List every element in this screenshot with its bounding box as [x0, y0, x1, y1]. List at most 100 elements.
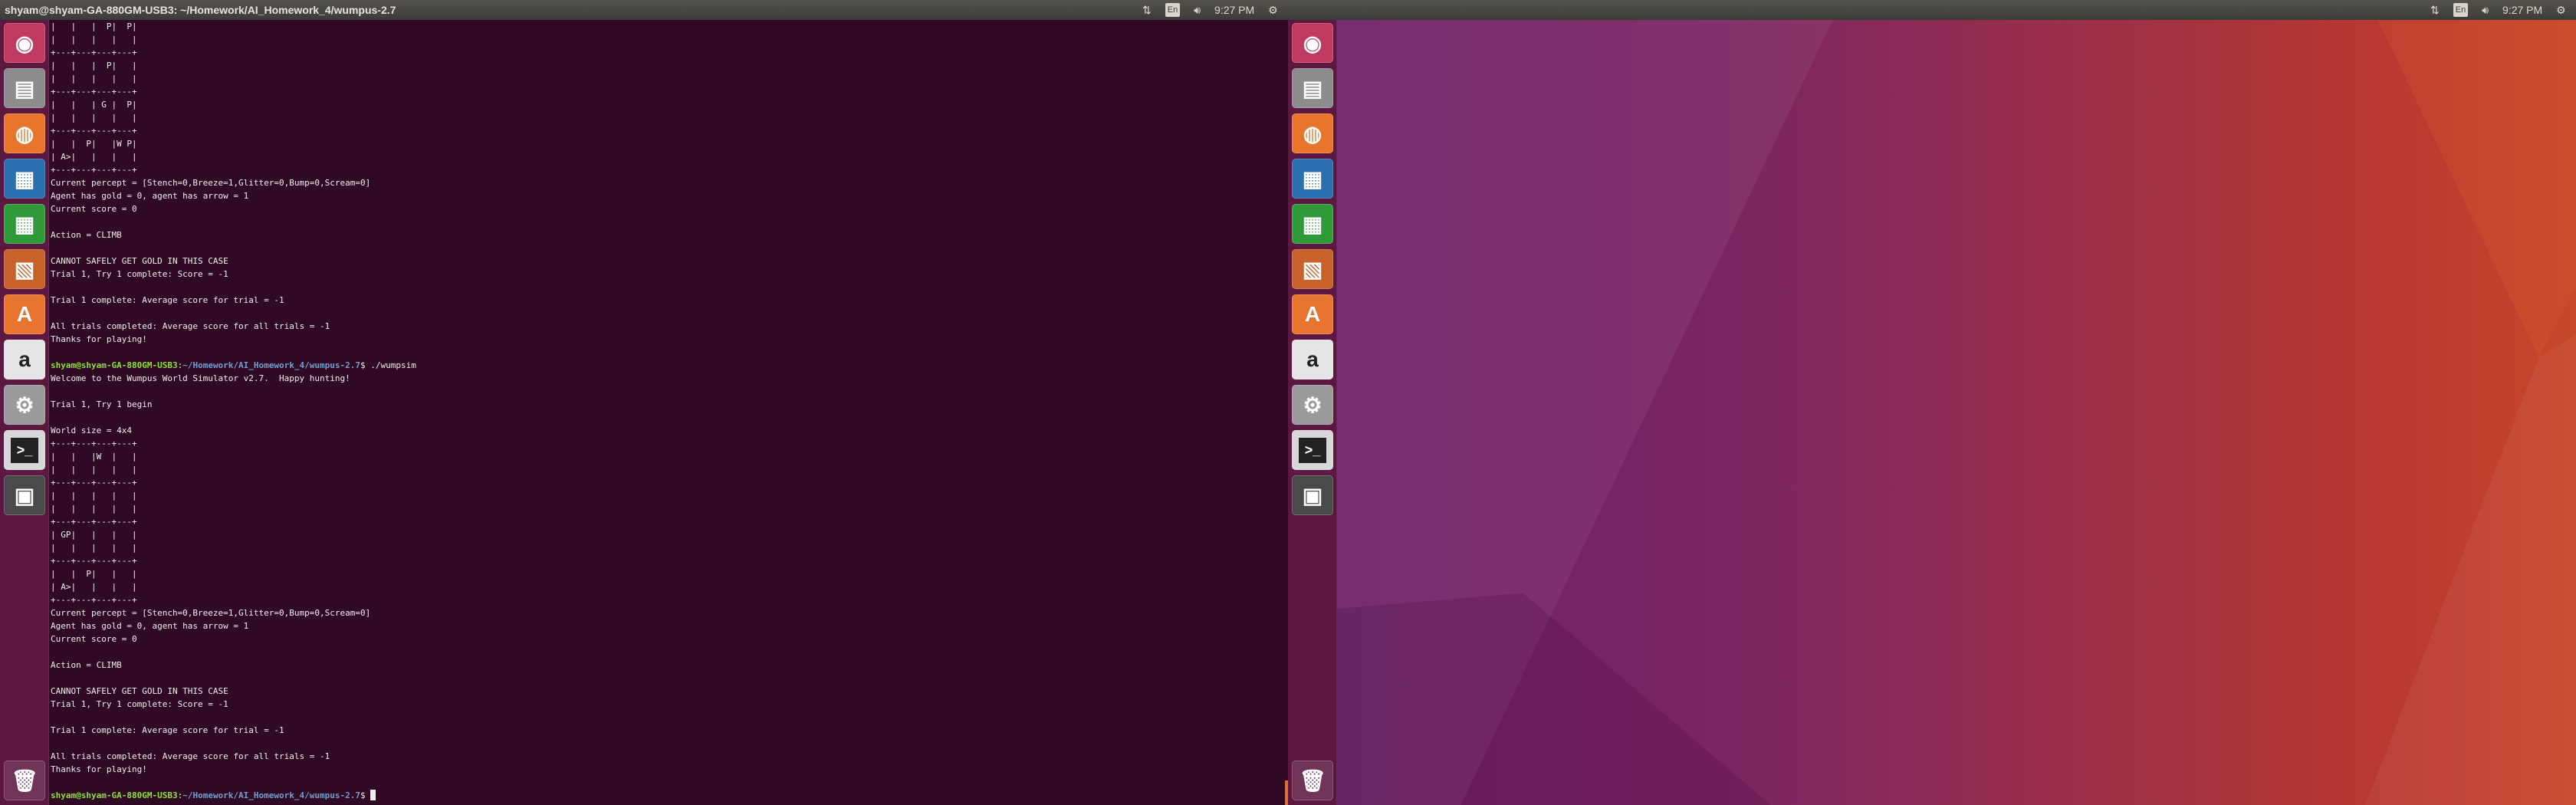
- firefox-icon: ◍: [15, 121, 34, 146]
- launcher-terminal[interactable]: >_: [4, 430, 45, 470]
- files-icon: ▤: [14, 76, 35, 100]
- launcher-system-settings[interactable]: ⚙: [1292, 385, 1333, 425]
- terminal-line: +---+---+---+---+: [51, 48, 137, 58]
- terminal-icon: >_: [1298, 437, 1327, 463]
- terminal-line: | A>| | | |: [51, 582, 137, 592]
- amazon-icon: a: [1306, 347, 1319, 371]
- prompt-command: [366, 790, 371, 800]
- power-gear-icon[interactable]: ⚙: [1268, 0, 1278, 20]
- system-settings-icon: ⚙: [15, 393, 34, 417]
- clock[interactable]: 9:27 PM: [1214, 0, 1254, 20]
- launcher-libreoffice-calc[interactable]: ▦: [4, 204, 45, 244]
- terminal-line: +---+---+---+---+: [51, 595, 137, 605]
- launcher-amazon[interactable]: a: [1292, 340, 1333, 380]
- terminal-line: | | |W | |: [51, 452, 137, 462]
- libreoffice-impress-icon: ▧: [1302, 257, 1323, 281]
- keyboard-layout-indicator[interactable]: En: [1165, 3, 1181, 17]
- terminal-line: Current percept = [Stench=0,Breeze=1,Gli…: [51, 608, 371, 618]
- save-disk-icon: ▣: [14, 483, 35, 508]
- terminal-line: +---+---+---+---+: [51, 439, 137, 449]
- terminal-line: Agent has gold = 0, agent has arrow = 1: [51, 191, 249, 201]
- launcher-terminal[interactable]: >_: [1292, 430, 1333, 470]
- terminal-line: | | | P| |: [51, 61, 137, 71]
- terminal-cursor: [370, 790, 376, 800]
- libreoffice-calc-icon: ▦: [14, 212, 35, 236]
- files-icon: ▤: [1302, 76, 1323, 100]
- system-settings-icon: ⚙: [1303, 393, 1322, 417]
- network-icon[interactable]: ⇅: [2430, 0, 2440, 20]
- launcher-trash[interactable]: 🗑︎: [4, 761, 45, 800]
- launcher-left: ◉ ▤ ◍ ▦ ▦ ▧ Aa ⚙ >_ ▣ 🗑︎: [0, 20, 49, 805]
- terminal-line: | | | P| P|: [51, 21, 137, 31]
- launcher-firefox[interactable]: ◍: [1292, 113, 1333, 153]
- launcher-save-disk[interactable]: ▣: [1292, 475, 1333, 515]
- terminal-prompt-line: shyam@shyam-GA-880GM-USB3:~/Homework/AI_…: [51, 359, 1288, 372]
- terminal-line: +---+---+---+---+: [51, 478, 137, 488]
- launcher-libreoffice-writer[interactable]: ▦: [1292, 159, 1333, 199]
- launcher-libreoffice-impress[interactable]: ▧: [1292, 249, 1333, 289]
- ubuntu-dash-icon: ◉: [15, 31, 34, 55]
- terminal-output[interactable]: | | | P| P| | | | | | +---+---+---+---+ | |…: [50, 20, 1288, 805]
- terminal-line: All trials completed: Average score for …: [51, 321, 330, 331]
- terminal-prompt-line: shyam@shyam-GA-880GM-USB3:~/Homework/AI_…: [51, 789, 1288, 802]
- terminal-icon: >_: [10, 437, 39, 463]
- launcher-save-disk[interactable]: ▣: [4, 475, 45, 515]
- prompt-dollar: $: [360, 790, 366, 800]
- launcher-trash[interactable]: 🗑︎: [1292, 761, 1333, 800]
- save-disk-icon: ▣: [1302, 483, 1323, 508]
- launcher-software-center[interactable]: A: [1292, 294, 1333, 334]
- trash-icon: 🗑︎: [1299, 768, 1326, 793]
- launcher-files[interactable]: ▤: [4, 68, 45, 108]
- launcher-ubuntu-dash[interactable]: ◉: [1292, 23, 1333, 63]
- volume-icon[interactable]: 🔊︎: [1194, 0, 1201, 20]
- libreoffice-calc-icon: ▦: [1302, 212, 1323, 236]
- terminal-line: Current score = 0: [51, 634, 137, 644]
- launcher-files[interactable]: ▤: [1292, 68, 1333, 108]
- desktop-wallpaper: [1337, 20, 2576, 805]
- launcher-libreoffice-impress[interactable]: ▧: [4, 249, 45, 289]
- launcher-firefox[interactable]: ◍: [4, 113, 45, 153]
- terminal-line: | | | G | P|: [51, 100, 137, 110]
- amazon-icon: a: [18, 347, 31, 371]
- launcher-libreoffice-writer[interactable]: ▦: [4, 159, 45, 199]
- indicators: ⇅ En 🔊︎ 9:27 PM ⚙: [1142, 0, 1278, 20]
- terminal-line: +---+---+---+---+: [51, 126, 137, 136]
- terminal-line: Trial 1, Try 1 complete: Score = -1: [51, 699, 228, 709]
- firefox-icon: ◍: [1303, 121, 1322, 146]
- libreoffice-writer-icon: ▦: [1302, 166, 1323, 191]
- terminal-line: | GP| | | |: [51, 530, 137, 540]
- launcher-amazon[interactable]: a: [4, 340, 45, 380]
- launcher-software-center[interactable]: A: [4, 294, 45, 334]
- window-title: shyam@shyam-GA-880GM-USB3: ~/Homework/AI…: [5, 4, 396, 16]
- terminal-line: +---+---+---+---+: [51, 165, 137, 175]
- launcher-libreoffice-calc[interactable]: ▦: [1292, 204, 1333, 244]
- launcher-system-settings[interactable]: ⚙: [4, 385, 45, 425]
- ubuntu-dash-icon: ◉: [1303, 31, 1322, 55]
- terminal-line: | | | | |: [51, 543, 137, 553]
- launcher-ubuntu-dash[interactable]: ◉: [4, 23, 45, 63]
- terminal-line: | | | | |: [51, 465, 137, 475]
- power-gear-icon[interactable]: ⚙: [2556, 0, 2566, 20]
- terminal-line: | | P| |W P|: [51, 139, 137, 149]
- terminal-line: Trial 1 complete: Average score for tria…: [51, 725, 284, 735]
- network-icon[interactable]: ⇅: [1142, 0, 1152, 20]
- volume-icon[interactable]: 🔊︎: [2482, 0, 2489, 20]
- terminal-line: +---+---+---+---+: [51, 556, 137, 566]
- top-panel-left: shyam@shyam-GA-880GM-USB3: ~/Homework/AI…: [0, 0, 1288, 20]
- terminal-line: | A>| | | |: [51, 152, 137, 162]
- software-center-icon: A: [16, 302, 33, 326]
- terminal-line: All trials completed: Average score for …: [51, 751, 330, 761]
- keyboard-layout-indicator[interactable]: En: [2453, 3, 2469, 17]
- libreoffice-writer-icon: ▦: [14, 166, 35, 191]
- indicators: ⇅ En 🔊︎ 9:27 PM ⚙: [2430, 0, 2566, 20]
- terminal-line: | | | | |: [51, 491, 137, 501]
- clock[interactable]: 9:27 PM: [2502, 0, 2542, 20]
